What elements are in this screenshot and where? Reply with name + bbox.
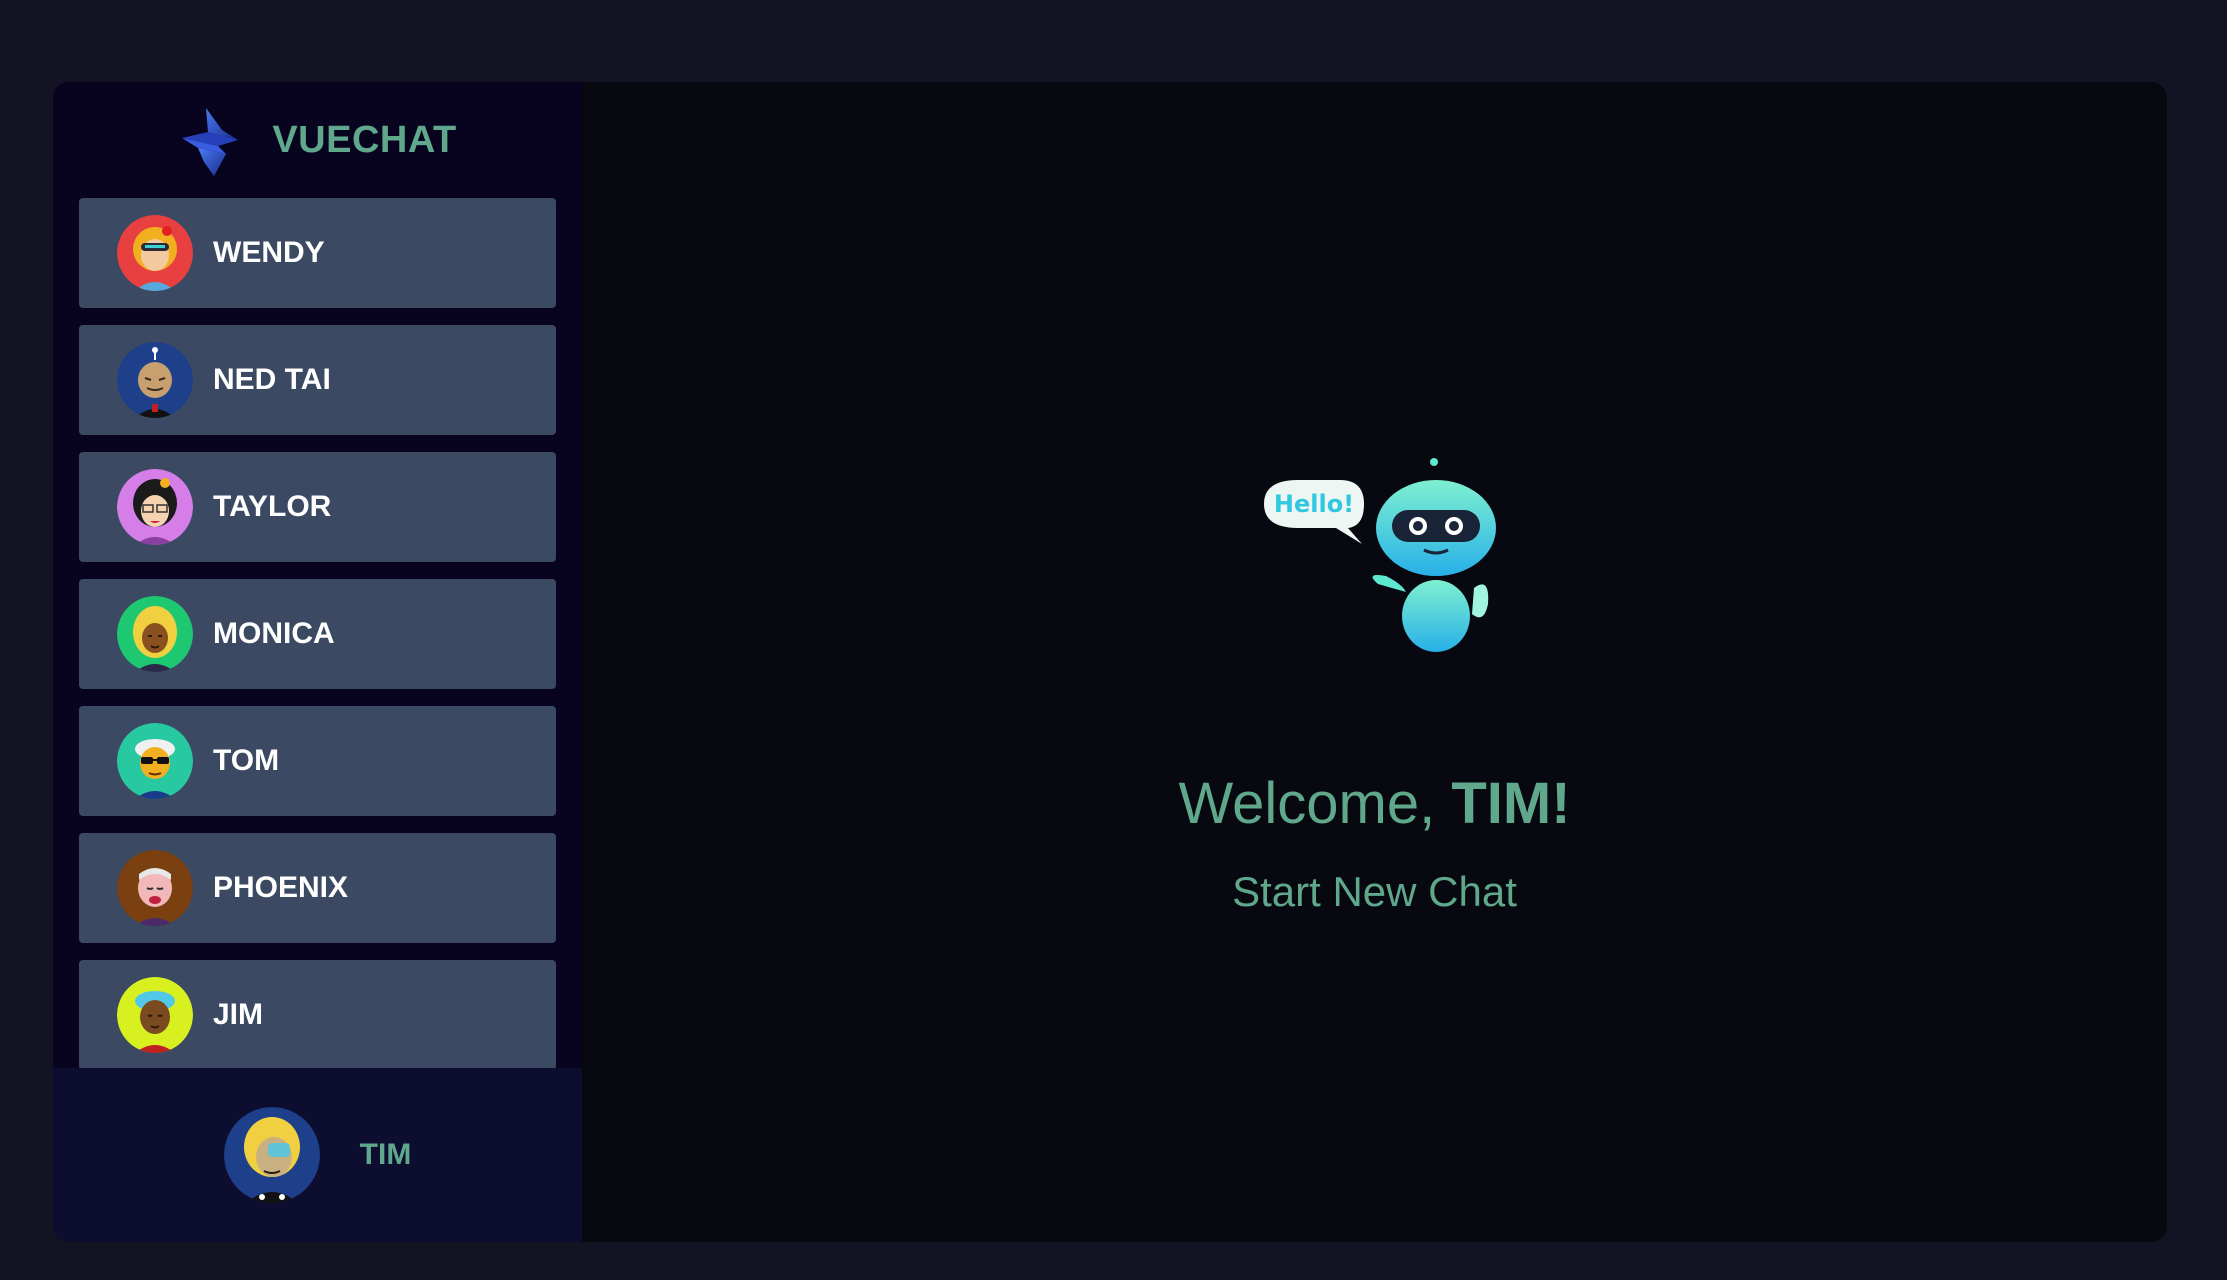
welcome-prefix: Welcome, bbox=[1178, 771, 1452, 836]
welcome-panel: Hello! Welcome, TIM! Start New Chat bbox=[582, 82, 2167, 1242]
start-new-chat-text: Start New Chat bbox=[1232, 868, 1517, 915]
contact-name: TAYLOR bbox=[213, 490, 332, 523]
contact-name: WENDY bbox=[213, 236, 325, 269]
contact-item-jim[interactable]: JIM bbox=[79, 960, 556, 1070]
contacts-sidebar: VUECHAT WENDY NED TAI TAYLOR MONICA TOM … bbox=[53, 82, 582, 1242]
contact-item-phoenix[interactable]: PHOENIX bbox=[79, 833, 556, 943]
contact-name: MONICA bbox=[213, 617, 335, 650]
current-user-avatar bbox=[223, 1107, 320, 1203]
contact-item-wendy[interactable]: WENDY bbox=[79, 198, 556, 308]
contact-list: WENDY NED TAI TAYLOR MONICA TOM PHOENIX … bbox=[53, 198, 582, 1070]
welcome-heading: Welcome, TIM! bbox=[582, 770, 2167, 837]
current-user-panel: TIM bbox=[53, 1068, 582, 1242]
avatar bbox=[117, 215, 193, 291]
contact-item-taylor[interactable]: TAYLOR bbox=[79, 452, 556, 562]
avatar bbox=[117, 850, 193, 926]
hello-bubble-text: Hello! bbox=[1274, 490, 1354, 518]
contact-name: TOM bbox=[213, 744, 280, 777]
contact-name: JIM bbox=[213, 998, 264, 1031]
avatar bbox=[117, 469, 193, 545]
brand-header: VUECHAT bbox=[53, 82, 582, 198]
chat-app: VUECHAT WENDY NED TAI TAYLOR MONICA TOM … bbox=[53, 82, 2167, 1242]
avatar bbox=[117, 977, 193, 1053]
contact-item-ned-tai[interactable]: NED TAI bbox=[79, 325, 556, 435]
brand-name: VUECHAT bbox=[272, 118, 457, 161]
contact-item-monica[interactable]: MONICA bbox=[79, 579, 556, 689]
contact-item-tom[interactable]: TOM bbox=[79, 706, 556, 816]
contact-name: NED TAI bbox=[213, 363, 331, 396]
contact-name: PHOENIX bbox=[213, 871, 349, 904]
avatar bbox=[117, 723, 193, 799]
avatar bbox=[117, 342, 193, 418]
avatar bbox=[117, 596, 193, 672]
welcome-username: TIM! bbox=[1451, 771, 1571, 836]
current-username: TIM bbox=[359, 1138, 412, 1171]
robot-hello-illustration: Hello! bbox=[1264, 458, 1496, 652]
vuechat-logo-icon bbox=[182, 108, 239, 176]
